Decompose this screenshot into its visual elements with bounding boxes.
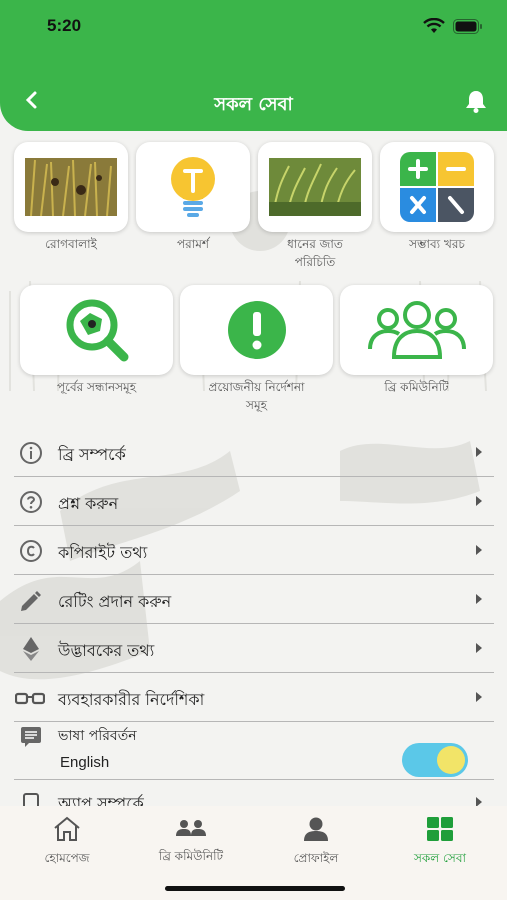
tab-community[interactable]: ব্রি কমিউনিটি: [136, 816, 246, 868]
copyright-icon: [18, 538, 44, 564]
language-icon: [18, 724, 44, 750]
home-indicator: [165, 886, 345, 891]
menu-label: রেটিং প্রদান করুন: [58, 592, 172, 611]
tile-previous-searches[interactable]: [20, 285, 173, 375]
menu-label: উদ্ভাবকের তথ্য: [58, 641, 155, 660]
menu-item-copyright[interactable]: কপিরাইট তথ্য: [14, 526, 494, 575]
search-history-icon: [66, 299, 128, 362]
menu-label: ব্যবহারকারীর নির্দেশিকা: [58, 690, 205, 709]
lightbulb-icon: [171, 157, 215, 217]
tile-guidelines[interactable]: [180, 285, 333, 375]
question-icon: [18, 489, 44, 515]
profile-icon: [304, 817, 328, 841]
menu-item-ask-question[interactable]: প্রশ্ন করুন: [14, 477, 494, 526]
menu-item-rating[interactable]: রেটিং প্রদান করুন: [14, 575, 494, 624]
chevron-right-icon: [476, 447, 482, 457]
tile-disease[interactable]: [14, 142, 128, 232]
status-time: 5:20: [47, 16, 82, 35]
tile-rice-varieties[interactable]: [258, 142, 372, 232]
rice-disease-image: [25, 158, 117, 216]
language-value: English: [60, 754, 110, 771]
ethereum-icon: [18, 636, 44, 662]
tab-profile[interactable]: প্রোফাইল: [261, 816, 371, 870]
app-header: 5:20 সকল সেবা: [0, 0, 507, 131]
pencil-icon: [18, 587, 44, 613]
people-icon: [176, 820, 206, 836]
notification-button[interactable]: [463, 88, 489, 118]
tab-label-all-services: সকল সেবা: [413, 851, 467, 865]
chevron-right-icon: [476, 496, 482, 506]
grid-icon: [427, 817, 453, 841]
tab-label-profile: প্রোফাইল: [293, 851, 339, 865]
community-icon: [367, 301, 466, 359]
menu-item-about-bri[interactable]: ব্রি সম্পর্কে: [14, 428, 494, 477]
battery-icon: [453, 18, 482, 34]
chevron-right-icon: [476, 643, 482, 653]
chevron-right-icon: [476, 594, 482, 604]
tab-label-community: ব্রি কমিউনিটি: [158, 849, 224, 863]
menu-item-user-guide[interactable]: ব্যবহারকারীর নির্দেশিকা: [14, 673, 494, 722]
status-icons: [423, 18, 483, 34]
tile-advice[interactable]: [136, 142, 250, 232]
tile-community[interactable]: [340, 285, 493, 375]
toggle-knob: [437, 746, 465, 774]
menu-label: ব্রি সম্পর্কে: [58, 445, 126, 464]
glasses-icon: [14, 685, 46, 711]
language-label: ভাষা পরিবর্তন: [58, 728, 137, 744]
tile-label-rice-varieties: ধানের জাত পরিচিতি: [287, 237, 343, 269]
home-icon: [54, 816, 80, 841]
rice-field-image: [269, 158, 361, 216]
bell-icon: [466, 91, 486, 113]
tab-home[interactable]: হোমপেজ: [12, 816, 122, 870]
wifi-icon: [423, 18, 445, 33]
page-title: সকল সেবা: [214, 94, 293, 115]
tab-label-home: হোমপেজ: [44, 851, 90, 865]
exclamation-icon: [227, 301, 286, 359]
chevron-right-icon: [476, 545, 482, 555]
language-toggle[interactable]: [402, 743, 468, 777]
tile-label-disease: রোগবালাই: [45, 237, 97, 251]
tile-label-advice: পরামর্শ: [177, 237, 209, 251]
info-icon: [18, 440, 44, 466]
menu-item-innovator-info[interactable]: উদ্ভাবকের তথ্য: [14, 624, 494, 673]
tile-label-previous-searches: পূর্বের সন্ধানসমূহ: [56, 380, 137, 394]
tile-label-cost: সম্ভাব্য খরচ: [409, 237, 465, 251]
chevron-right-icon: [476, 692, 482, 702]
calculator-icon: [400, 152, 474, 222]
menu-label: কপিরাইট তথ্য: [58, 543, 148, 562]
tile-label-guidelines: প্রয়োজনীয় নির্দেশনা সমূহ: [208, 380, 305, 412]
menu-label: প্রশ্ন করুন: [58, 494, 119, 513]
tab-all-services[interactable]: সকল সেবা: [385, 816, 495, 870]
tile-label-community: ব্রি কমিউনিটি: [384, 380, 449, 394]
tile-cost[interactable]: [380, 142, 494, 232]
